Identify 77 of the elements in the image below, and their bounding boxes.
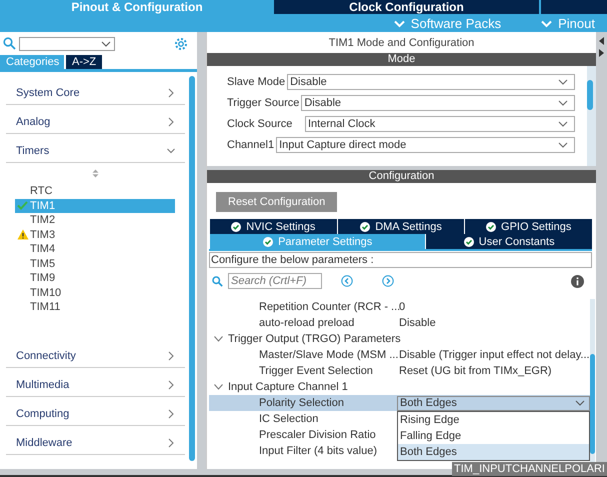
check-circle-icon (263, 236, 274, 246)
sort-icon[interactable] (92, 169, 98, 178)
scrollbar[interactable] (590, 354, 595, 454)
dropdown-field[interactable]: Internal Clock (305, 116, 575, 132)
field-label: Slave Mode (227, 76, 286, 88)
check-circle-icon (360, 222, 370, 232)
timer-item[interactable]: TIM11 (15, 300, 175, 314)
chevron-down-icon (101, 40, 111, 46)
collapse-arrows-icon[interactable] (598, 36, 605, 58)
field-label: Channel1 (227, 139, 274, 151)
next-icon[interactable] (382, 275, 394, 287)
check-circle-icon (486, 222, 496, 232)
check-circle-icon (464, 236, 474, 246)
view-tab[interactable]: A->Z (66, 55, 102, 69)
search-icon[interactable] (3, 37, 16, 50)
settings-tab[interactable]: User Constants (425, 234, 592, 249)
chevron-down-icon (558, 142, 568, 148)
panel-title: TIM1 Mode and Configuration (328, 36, 476, 51)
dropdown-option[interactable]: Rising Edge (398, 412, 589, 428)
field-label: Clock Source (227, 118, 294, 130)
parameter-row[interactable]: auto-reload preload Disable (209, 315, 590, 331)
scrollbar[interactable] (587, 80, 593, 110)
tooltip: TIM_INPUTCHANNELPOLARI (452, 462, 607, 476)
timer-item[interactable]: TIM2 (15, 213, 175, 228)
parameter-group[interactable]: Input Capture Channel 1 (209, 379, 590, 395)
hint-text: Configure the below parameters : (209, 252, 592, 268)
chevron-down-icon (574, 400, 585, 406)
category-item[interactable]: Analog (6, 105, 185, 134)
check-circle-icon (231, 222, 242, 232)
chevron-down-icon (558, 79, 568, 85)
category-label: Multimedia (16, 378, 70, 390)
category-label: Connectivity (16, 348, 76, 362)
chevron-down-icon (394, 20, 405, 28)
top-tab[interactable] (539, 0, 607, 14)
category-item[interactable]: Timers (6, 134, 185, 163)
scrollbar[interactable] (189, 76, 195, 461)
search-icon (212, 276, 223, 286)
section-header: Configuration (207, 170, 596, 183)
section-header: Mode (207, 53, 596, 66)
settings-tab[interactable]: GPIO Settings (464, 219, 592, 234)
category-label: System Core (16, 86, 80, 99)
category-item[interactable]: Connectivity (6, 338, 185, 368)
category-item[interactable]: Computing (6, 396, 185, 426)
category-item[interactable]: Multimedia (6, 368, 185, 396)
category-label: Analog (16, 115, 50, 128)
search-field[interactable]: Search (Crtl+F) (228, 273, 322, 289)
timer-item[interactable]: TIM3 (15, 228, 175, 242)
info-icon[interactable] (571, 274, 584, 288)
timer-item[interactable]: TIM4 (15, 242, 175, 256)
dropdown-field[interactable]: Disable (301, 95, 575, 111)
timer-item[interactable]: TIM10 (15, 286, 175, 300)
timer-item[interactable]: RTC (15, 184, 175, 198)
parameter-row[interactable]: Trigger Event Selection Reset (UG bit from TIMx_EGR) (209, 363, 590, 379)
previous-icon[interactable] (341, 275, 353, 287)
parameter-row[interactable]: Repetition Counter (RCR - ...0 (209, 299, 590, 315)
timer-item[interactable]: TIM9 (15, 271, 175, 286)
settings-tab[interactable]: DMA Settings (336, 219, 464, 234)
settings-tab[interactable]: NVIC Settings (209, 219, 337, 234)
chevron-down-icon (558, 100, 568, 106)
dropdown-field[interactable]: Disable (287, 74, 575, 90)
settings-icon[interactable] (174, 36, 188, 50)
category-label: Computing (16, 406, 70, 420)
parameter-group[interactable]: Trigger Output (TRGO) Parameters (209, 331, 590, 347)
category-label: Timers (16, 144, 50, 157)
timer-item[interactable]: TIM5 (15, 256, 175, 271)
top-tab[interactable]: Clock Configuration (272, 0, 539, 14)
chevron-down-icon (558, 121, 568, 127)
search-combo[interactable] (19, 36, 115, 50)
dropdown-option[interactable]: Both Edges (398, 444, 589, 460)
chevron-down-icon (541, 20, 552, 28)
field-label: Trigger Source (227, 97, 300, 109)
category-item[interactable]: System Core (6, 76, 185, 105)
category-label: Middleware (16, 436, 72, 448)
category-item[interactable]: Middleware (6, 426, 185, 454)
dropdown-option[interactable]: Falling Edge (398, 428, 589, 444)
parameter-row[interactable]: Master/Slave Mode (MSM ...Disable (Trigger input effect not delay... (209, 347, 590, 363)
dropdown-field[interactable]: Input Capture direct mode (276, 137, 575, 153)
